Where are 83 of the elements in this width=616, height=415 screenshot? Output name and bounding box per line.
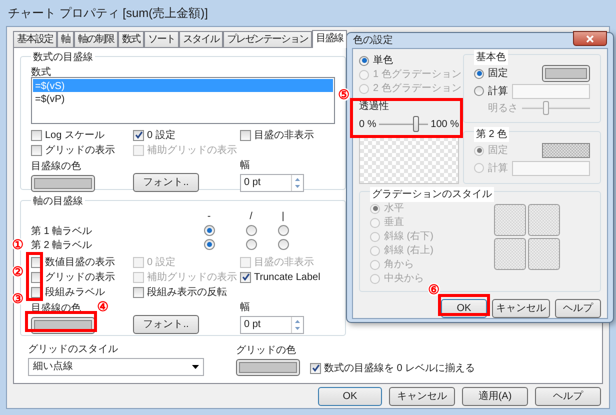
list-label: 数式 — [31, 66, 52, 77]
slider-max-label: 100 % — [430, 118, 459, 132]
column-symbol: | — [282, 210, 284, 224]
group-title: 第 2 色 — [474, 127, 510, 142]
radio-button[interactable] — [278, 239, 288, 250]
tab[interactable]: 軸の制限 — [74, 30, 118, 47]
color-label: 目盛線の色 — [31, 160, 81, 174]
slider-thumb[interactable] — [412, 116, 419, 132]
width-label: 幅 — [240, 158, 251, 173]
dialog-button[interactable]: OK — [318, 386, 382, 406]
width-spin-field[interactable]: 0 pt — [240, 316, 304, 334]
color-button[interactable] — [31, 174, 95, 192]
color-button[interactable] — [542, 65, 590, 82]
color-button[interactable] — [236, 358, 300, 376]
list-item[interactable]: =$(vP) — [33, 92, 333, 105]
checkbox[interactable]: 段組みラベル — [31, 284, 133, 300]
radio-button[interactable]: 計算 — [474, 84, 508, 98]
checkbox[interactable]: 数式の目盛線を 0 レベルに揃える — [310, 360, 476, 376]
gradient-preview[interactable] — [494, 238, 526, 270]
checkbox[interactable]: Log スケール — [31, 128, 133, 143]
tab[interactable]: プレゼンテーション — [223, 30, 312, 47]
column-symbol: / — [250, 210, 252, 224]
checkmark-icon — [312, 364, 320, 372]
axis-label: 第 1 軸ラベル — [31, 224, 94, 238]
close-icon — [586, 34, 594, 42]
width-spin-field[interactable]: 0 pt — [240, 174, 304, 192]
width-label: 幅 — [240, 300, 251, 315]
transparency-label: 透過性 — [359, 100, 390, 114]
group-title: グラデーションのスタイル — [370, 187, 494, 202]
tab[interactable]: 基本設定 — [13, 30, 57, 47]
pattern-color-button[interactable] — [542, 143, 590, 158]
checkbox[interactable]: 段組み表示の反転 — [133, 284, 240, 300]
tab[interactable]: 目盛線 — [312, 30, 347, 48]
formula-list[interactable]: =$(vS) =$(vP) — [31, 76, 335, 124]
grid-color-label: グリッドの色 — [236, 344, 297, 358]
tab[interactable]: スタイル — [179, 30, 223, 47]
checkbox[interactable]: グリッドの表示 — [31, 142, 133, 158]
transparency-slider[interactable] — [379, 116, 428, 132]
tab[interactable]: ソート — [144, 30, 179, 47]
checkbox[interactable]: Truncate Label — [240, 270, 335, 285]
checkbox[interactable]: 目盛の非表示 — [240, 128, 335, 143]
dialog-button[interactable]: キャンセル — [492, 299, 550, 318]
slider-min-label: 0 % — [359, 118, 376, 132]
window-title: チャート プロパティ [sum(売上金額)] — [8, 5, 208, 22]
slider-thumb[interactable] — [542, 101, 549, 115]
radio-button[interactable] — [246, 239, 256, 250]
highlight-box — [26, 252, 43, 301]
axis-label: 第 2 軸ラベル — [31, 238, 94, 252]
radio-button[interactable]: 単色 — [359, 54, 459, 67]
dialog-title: 色の設定 — [353, 34, 393, 48]
dialog-button[interactable]: ヘルプ — [555, 299, 601, 318]
font-button[interactable]: フォント.. — [133, 314, 199, 334]
column-symbol: - — [207, 210, 211, 224]
grid-style-dropdown[interactable]: 細い点線 — [28, 358, 204, 376]
checkbox[interactable]: グリッドの表示 — [31, 270, 133, 285]
dialog-button[interactable]: ヘルプ — [535, 386, 601, 406]
gradient-preview[interactable] — [528, 204, 560, 236]
dropdown-arrow-icon — [192, 364, 199, 369]
radio-button[interactable] — [278, 225, 288, 236]
checkmark-icon — [134, 131, 142, 140]
group-title: 基本色 — [474, 50, 508, 65]
gradient-preview[interactable] — [528, 238, 560, 270]
calc-field[interactable] — [512, 160, 590, 176]
radio-button[interactable] — [204, 239, 214, 250]
highlight-box — [438, 294, 490, 316]
checkmark-icon — [242, 273, 250, 282]
gradient-preview[interactable] — [494, 204, 526, 236]
radio-button[interactable]: 固定 — [474, 67, 508, 80]
tab[interactable]: 数式 — [118, 30, 144, 47]
dialog-button[interactable]: 適用(A) — [462, 386, 528, 406]
font-button[interactable]: フォント.. — [133, 172, 199, 192]
checkbox[interactable]: 0 設定 — [133, 128, 240, 143]
highlight-box — [25, 311, 97, 332]
dialog-button[interactable]: キャンセル — [389, 386, 455, 406]
calc-field[interactable] — [512, 84, 590, 98]
grid-style-label: グリッドのスタイル — [28, 342, 119, 357]
radio-button[interactable] — [204, 225, 214, 236]
tab[interactable]: 軸 — [57, 30, 74, 47]
checkbox[interactable]: 数値目盛の表示 — [31, 254, 133, 270]
brightness-slider[interactable] — [522, 101, 590, 115]
radio-button[interactable] — [246, 225, 256, 236]
close-button[interactable] — [573, 31, 607, 46]
brightness-label: 明るさ — [487, 102, 518, 116]
